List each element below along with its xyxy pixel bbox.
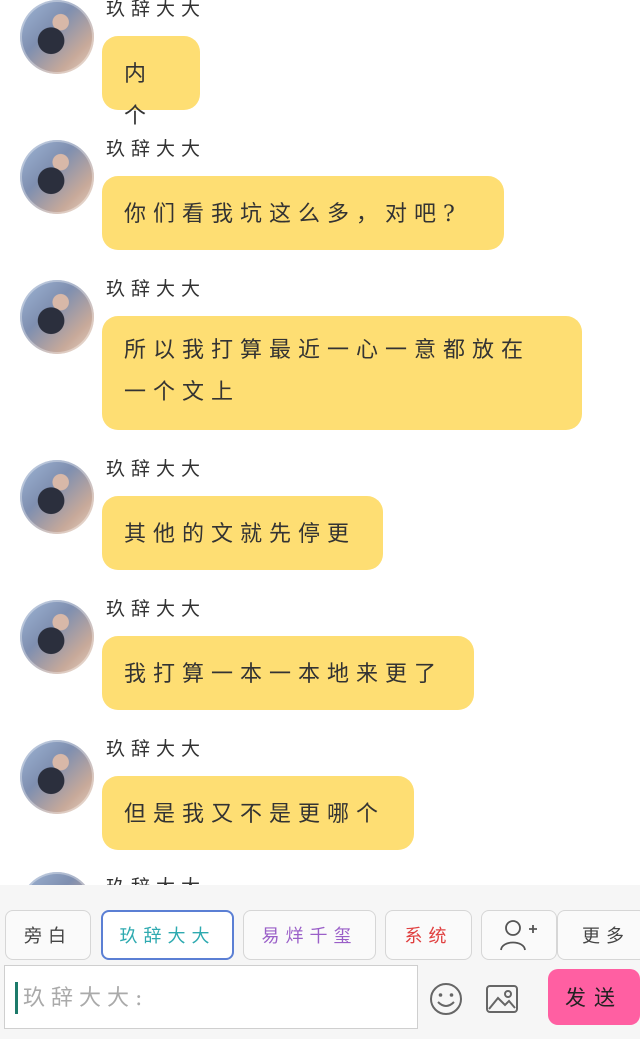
add-role-button[interactable] bbox=[481, 910, 557, 960]
avatar[interactable] bbox=[20, 600, 94, 674]
message-bubble[interactable]: 内个 bbox=[102, 36, 200, 129]
avatar[interactable] bbox=[20, 460, 94, 534]
sender-name: 玖辞大大 bbox=[106, 138, 207, 160]
message-text: 我打算一本一本地来更了 bbox=[124, 662, 444, 687]
message-bubble[interactable]: 所以我打算最近一心一意都放在 一个文上 bbox=[102, 316, 582, 430]
message-text-line: 所以我打算最近一心一意都放在 bbox=[124, 338, 531, 363]
message-bubble[interactable]: 但是我又不是更哪个 bbox=[102, 776, 414, 850]
smiley-icon bbox=[430, 983, 462, 1015]
sender-name: 玖辞大大 bbox=[106, 278, 207, 300]
message-bubble[interactable]: 我打算一本一本地来更了 bbox=[102, 636, 474, 710]
input-toolbar: 旁白 玖辞大大 易烊千玺 系统 更多 发送 bbox=[0, 885, 640, 1039]
avatar[interactable] bbox=[20, 280, 94, 354]
more-button[interactable]: 更多 bbox=[557, 910, 640, 960]
image-button[interactable] bbox=[484, 981, 520, 1017]
role-chip-yiyangqianxi[interactable]: 易烊千玺 bbox=[243, 910, 376, 960]
sender-name: 玖辞大大 bbox=[106, 458, 207, 480]
message-text: 内个 bbox=[124, 62, 154, 129]
sender-name: 玖辞大大 bbox=[106, 0, 207, 20]
message-text: 你们看我坑这么多，对吧? bbox=[124, 202, 462, 227]
add-user-icon bbox=[500, 920, 537, 951]
message-bubble[interactable]: 你们看我坑这么多，对吧? bbox=[102, 176, 504, 250]
sender-name: 玖辞大大 bbox=[106, 738, 207, 760]
message-text: 其他的文就先停更 bbox=[124, 522, 357, 547]
avatar[interactable] bbox=[20, 0, 94, 74]
avatar[interactable] bbox=[20, 872, 94, 885]
image-icon bbox=[486, 985, 518, 1013]
text-cursor bbox=[15, 982, 18, 1014]
sender-name: 玖辞大大 bbox=[106, 872, 206, 885]
message-input-box[interactable] bbox=[4, 965, 418, 1030]
sender-name: 玖辞大大 bbox=[106, 598, 207, 620]
message-text: 但是我又不是更哪个 bbox=[124, 802, 386, 827]
message-bubble[interactable]: 其他的文就先停更 bbox=[102, 496, 383, 570]
send-button[interactable]: 发送 bbox=[548, 969, 640, 1025]
avatar[interactable] bbox=[20, 740, 94, 814]
role-chip-system[interactable]: 系统 bbox=[385, 910, 472, 960]
message-input[interactable] bbox=[21, 966, 415, 1030]
message-text-line: 一个文上 bbox=[124, 380, 241, 405]
avatar[interactable] bbox=[20, 140, 94, 214]
chat-message-list[interactable]: 玖辞大大 内个 玖辞大大 你们看我坑这么多，对吧? 玖辞大大 所以我打算最近一心… bbox=[0, 0, 640, 885]
emoji-button[interactable] bbox=[428, 981, 464, 1017]
role-chip-narration[interactable]: 旁白 bbox=[5, 910, 91, 960]
role-chip-jiuci[interactable]: 玖辞大大 bbox=[101, 910, 234, 960]
